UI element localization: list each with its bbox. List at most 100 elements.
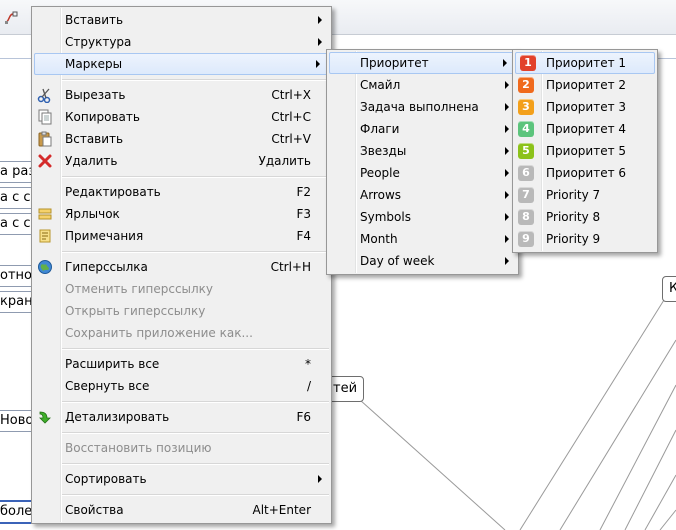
menu-open-hyperlink[interactable]: Открыть гиперссылку <box>32 300 331 322</box>
menu-shortcut: / <box>306 379 311 393</box>
menu-item-label: Вставить <box>65 13 124 27</box>
menu-item-label: Восстановить позицию <box>65 441 212 455</box>
menu-shortcut: Alt+Enter <box>252 503 311 517</box>
context-menu: Вставить Структура Маркеры Вырезать Ctrl… <box>31 6 332 524</box>
menu-item-label: Вырезать <box>65 88 126 102</box>
menu-shortcut: F3 <box>296 207 311 221</box>
priority-1[interactable]: 1 Приоритет 1 <box>515 52 655 74</box>
priority-4-icon: 4 <box>518 121 534 137</box>
menu-item-label: Расширить все <box>65 357 160 371</box>
menu-item-label: Symbols <box>360 210 411 224</box>
menu-item-label: Удалить <box>65 154 118 168</box>
priority-9[interactable]: 9 Priority 9 <box>513 228 657 250</box>
menu-item-label: Ярлычок <box>65 207 120 221</box>
markers-symbols[interactable]: Symbols <box>327 206 518 228</box>
menu-separator <box>62 251 329 253</box>
submenu-arrow-icon <box>505 235 509 243</box>
menu-shortcut: F2 <box>296 185 311 199</box>
menu-save-attachment-as[interactable]: Сохранить приложение как... <box>32 322 331 344</box>
menu-properties[interactable]: Свойства Alt+Enter <box>32 499 331 521</box>
drill-down-icon <box>39 411 51 424</box>
menu-delete[interactable]: Удалить Удалить <box>32 150 331 172</box>
priority-2[interactable]: 2 Приоритет 2 <box>513 74 657 96</box>
menu-item-label: Arrows <box>360 188 402 202</box>
priority-submenu: 1 Приоритет 1 2 Приоритет 2 3 Приоритет … <box>512 49 658 253</box>
submenu-arrow-icon <box>505 125 509 133</box>
menu-item-label: Priority 7 <box>546 188 601 202</box>
submenu-arrow-icon <box>505 213 509 221</box>
menu-edit[interactable]: Редактировать F2 <box>32 181 331 203</box>
priority-8[interactable]: 8 Priority 8 <box>513 206 657 228</box>
menu-shortcut: * <box>305 357 311 371</box>
priority-6[interactable]: 6 Приоритет 6 <box>513 162 657 184</box>
menu-structure-submenu[interactable]: Структура <box>32 31 331 53</box>
menu-restore-position[interactable]: Восстановить позицию <box>32 437 331 459</box>
menu-cut[interactable]: Вырезать Ctrl+X <box>32 84 331 106</box>
priority-3[interactable]: 3 Приоритет 3 <box>513 96 657 118</box>
markers-submenu: Приоритет Смайл Задача выполнена Флаги З… <box>326 49 519 275</box>
submenu-arrow-icon <box>503 59 507 67</box>
menu-markers-submenu[interactable]: Маркеры <box>34 53 329 75</box>
menu-item-label: Priority 9 <box>546 232 601 246</box>
markers-task-done[interactable]: Задача выполнена <box>327 96 518 118</box>
menu-collapse-all[interactable]: Свернуть все / <box>32 375 331 397</box>
markers-stars[interactable]: Звезды <box>327 140 518 162</box>
markers-priority[interactable]: Приоритет <box>329 52 516 74</box>
menu-item-label: Отменить гиперссылку <box>65 282 214 296</box>
copy-icon <box>38 109 52 125</box>
menu-item-label: Приоритет <box>360 56 429 70</box>
menu-item-label: Month <box>360 232 398 246</box>
menu-separator <box>62 494 329 496</box>
label-icon <box>38 208 52 220</box>
menu-separator <box>62 348 329 350</box>
menu-item-label: Приоритет 1 <box>546 56 627 70</box>
menu-insert-submenu[interactable]: Вставить <box>32 9 331 31</box>
menu-label[interactable]: Ярлычок F3 <box>32 203 331 225</box>
menu-item-label: Детализировать <box>65 410 170 424</box>
priority-4[interactable]: 4 Приоритет 4 <box>513 118 657 140</box>
menu-item-label: Смайл <box>360 78 401 92</box>
menu-item-label: Приоритет 5 <box>546 144 627 158</box>
priority-7-icon: 7 <box>518 187 534 203</box>
markers-day-of-week[interactable]: Day of week <box>327 250 518 272</box>
submenu-arrow-icon <box>316 60 320 68</box>
menu-paste[interactable]: Вставить Ctrl+V <box>32 128 331 150</box>
menu-copy[interactable]: Копировать Ctrl+C <box>32 106 331 128</box>
priority-7[interactable]: 7 Priority 7 <box>513 184 657 206</box>
menu-item-label: Свернуть все <box>65 379 150 393</box>
submenu-arrow-icon <box>318 475 322 483</box>
menu-item-label: Сортировать <box>65 472 147 486</box>
menu-remove-hyperlink[interactable]: Отменить гиперссылку <box>32 278 331 300</box>
markers-smiley[interactable]: Смайл <box>327 74 518 96</box>
menu-item-label: Сохранить приложение как... <box>65 326 253 340</box>
markers-arrows[interactable]: Arrows <box>327 184 518 206</box>
menu-item-label: People <box>360 166 400 180</box>
menu-item-label: Редактировать <box>65 185 161 199</box>
menu-item-label: Звезды <box>360 144 407 158</box>
menu-item-label: Day of week <box>360 254 435 268</box>
markers-month[interactable]: Month <box>327 228 518 250</box>
menu-hyperlink[interactable]: Гиперссылка Ctrl+H <box>32 256 331 278</box>
menu-notes[interactable]: Примечания F4 <box>32 225 331 247</box>
menu-sort-submenu[interactable]: Сортировать <box>32 468 331 490</box>
submenu-arrow-icon <box>318 38 322 46</box>
menu-item-label: Структура <box>65 35 132 49</box>
menu-shortcut: Ctrl+C <box>271 110 311 124</box>
menu-drill-down[interactable]: Детализировать F6 <box>32 406 331 428</box>
menu-expand-all[interactable]: Расширить все * <box>32 353 331 375</box>
submenu-arrow-icon <box>505 169 509 177</box>
priority-8-icon: 8 <box>518 209 534 225</box>
markers-flags[interactable]: Флаги <box>327 118 518 140</box>
priority-6-icon: 6 <box>518 165 534 181</box>
paste-icon <box>38 131 52 147</box>
priority-5[interactable]: 5 Приоритет 5 <box>513 140 657 162</box>
menu-item-label: Маркеры <box>65 57 123 71</box>
submenu-arrow-icon <box>505 257 509 265</box>
menu-item-label: Вставить <box>65 132 124 146</box>
menu-item-label: Гиперссылка <box>65 260 148 274</box>
markers-people[interactable]: People <box>327 162 518 184</box>
right-topic[interactable]: К <box>662 276 676 302</box>
submenu-arrow-icon <box>505 147 509 155</box>
priority-5-icon: 5 <box>518 143 534 159</box>
notes-icon <box>39 229 51 243</box>
